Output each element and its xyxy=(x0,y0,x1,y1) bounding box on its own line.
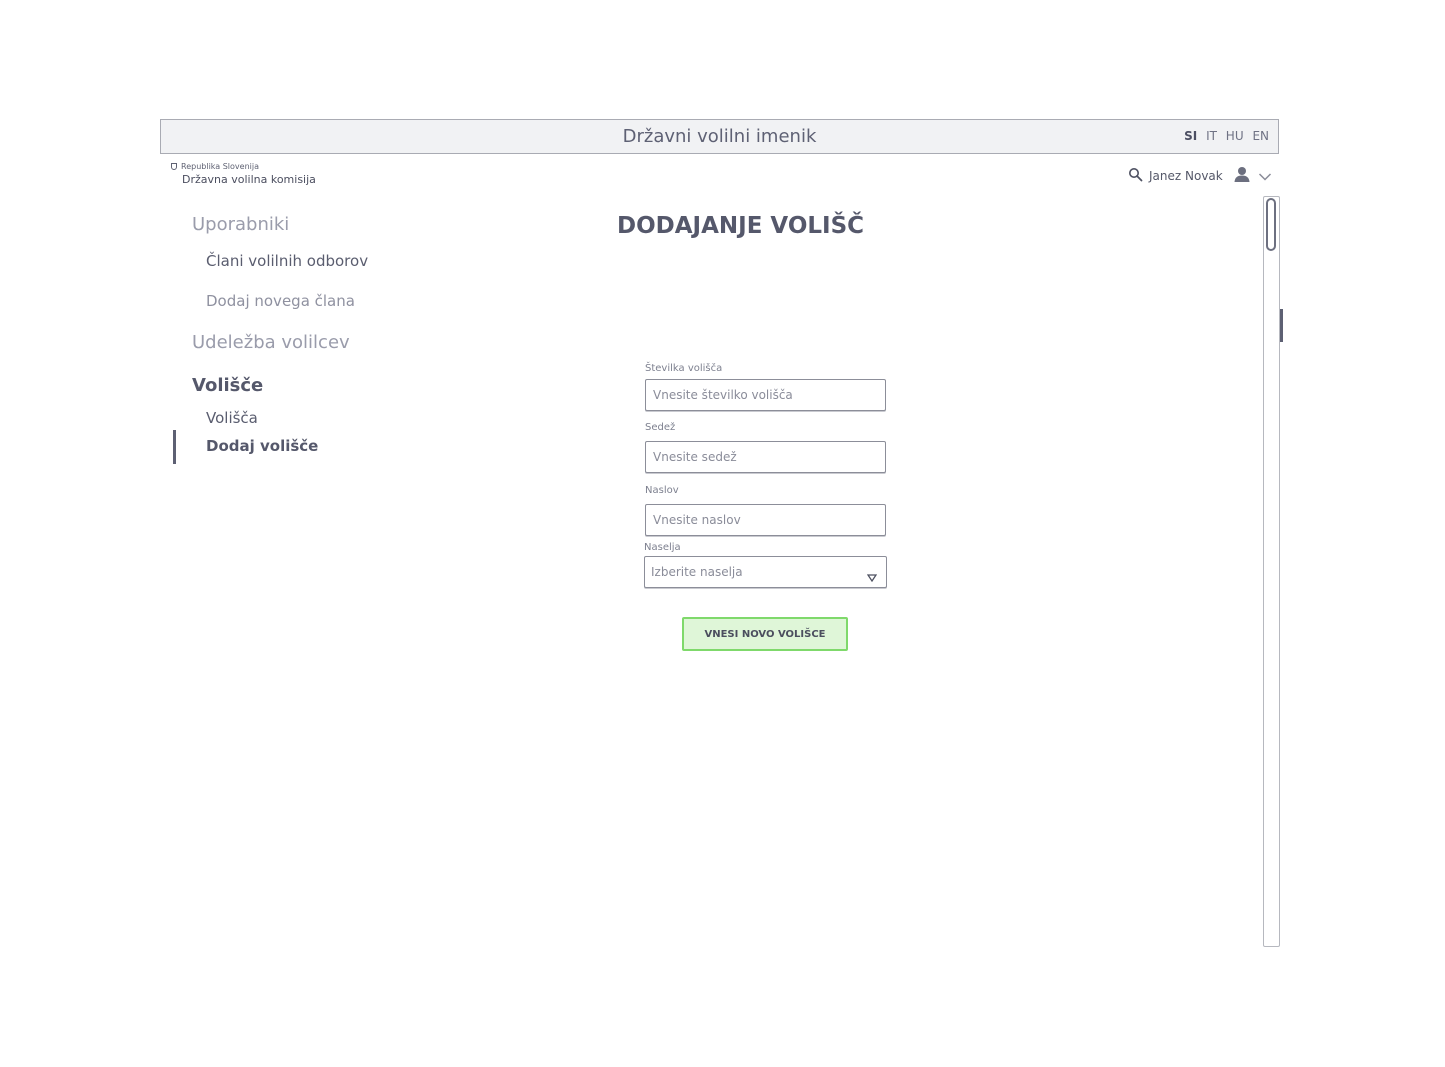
app-header: Državni volilni imenik SI IT HU EN xyxy=(160,119,1279,154)
chevron-down-icon[interactable] xyxy=(1258,167,1272,186)
nav-section-volisce[interactable]: Volišče xyxy=(192,375,263,396)
logo-line1: Republika Slovenija xyxy=(181,162,259,171)
polling-station-number-input[interactable] xyxy=(645,379,886,411)
nav-item-dodaj-novega-clana[interactable]: Dodaj novega člana xyxy=(206,292,355,310)
settlements-select-placeholder: Izberite naselja xyxy=(651,565,743,579)
scrollbar-track[interactable] xyxy=(1263,196,1280,947)
lang-si[interactable]: SI xyxy=(1184,129,1197,143)
lang-en[interactable]: EN xyxy=(1252,129,1269,143)
lang-it[interactable]: IT xyxy=(1206,129,1217,143)
nav-item-clani-volilnih-odborov[interactable]: Člani volilnih odborov xyxy=(206,252,368,270)
user-name[interactable]: Janez Novak xyxy=(1149,169,1223,183)
lang-hu[interactable]: HU xyxy=(1226,129,1244,143)
seat-input[interactable] xyxy=(645,441,886,473)
settlements-select[interactable]: Izberite naselja xyxy=(644,556,887,588)
search-icon[interactable] xyxy=(1128,167,1143,186)
active-indicator xyxy=(173,430,176,464)
field-label-naselja: Naselja xyxy=(644,542,681,553)
side-marker xyxy=(1280,309,1283,342)
submit-new-polling-station-button[interactable]: VNESI NOVO VOLIŠCE xyxy=(682,617,848,651)
user-bar: Janez Novak xyxy=(1128,166,1272,186)
language-switcher: SI IT HU EN xyxy=(1179,129,1269,143)
page-title: DODAJANJE VOLIŠČ xyxy=(617,213,865,239)
scrollbar-thumb[interactable] xyxy=(1266,198,1276,251)
logo[interactable]: Republika Slovenija Državna volilna komi… xyxy=(171,162,316,186)
app-title: Državni volilni imenik xyxy=(622,126,817,147)
crest-icon xyxy=(171,163,177,170)
nav-item-volisca[interactable]: Volišča xyxy=(206,409,258,427)
address-input[interactable] xyxy=(645,504,886,536)
nav-item-dodaj-volisce[interactable]: Dodaj volišče xyxy=(206,437,318,455)
user-icon[interactable] xyxy=(1233,165,1251,187)
dropdown-arrow-icon xyxy=(866,567,878,586)
logo-line2: Državna volilna komisija xyxy=(182,173,316,186)
nav-section-uporabniki[interactable]: Uporabniki xyxy=(192,214,289,235)
field-label-naslov: Naslov xyxy=(645,485,679,496)
field-label-sedez: Sedež xyxy=(645,422,676,433)
nav-section-udelezba-volilcev[interactable]: Udeležba volilcev xyxy=(192,332,350,353)
field-label-stevilka-volisca: Številka volišča xyxy=(645,363,723,374)
